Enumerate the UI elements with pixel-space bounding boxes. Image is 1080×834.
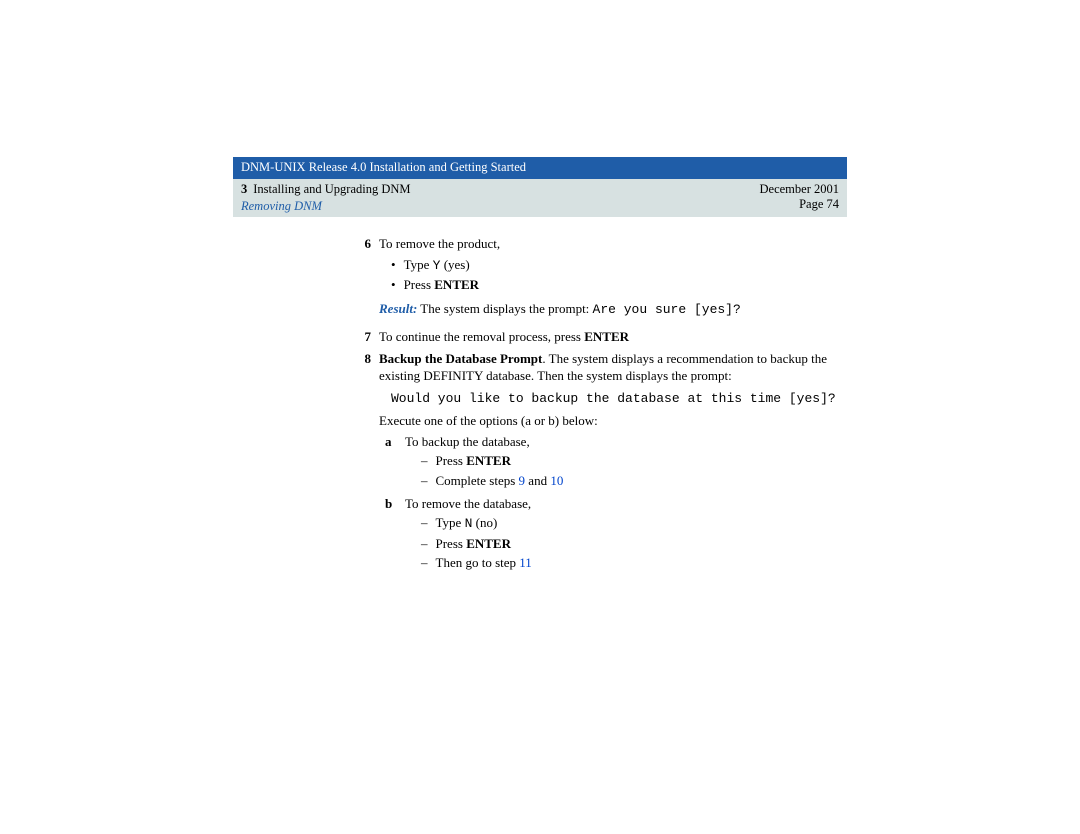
info-bar: 3 Installing and Upgrading DNM Removing D…: [233, 179, 847, 217]
sub-step-a: a To backup the database, Press ENTER Co…: [385, 433, 837, 492]
step-body: Backup the Database Prompt. The system d…: [379, 350, 837, 577]
result-label: Result:: [379, 301, 417, 316]
step-link-10[interactable]: 10: [550, 473, 563, 488]
document-title-bar: DNM-UNIX Release 4.0 Installation and Ge…: [233, 157, 847, 179]
result-code: Are you sure [yes]?: [593, 302, 741, 317]
step-number: 8: [353, 350, 371, 577]
content-area: 6 To remove the product, Type Y (yes) Pr…: [353, 235, 837, 577]
info-left: 3 Installing and Upgrading DNM Removing D…: [241, 182, 411, 214]
info-right: December 2001 Page 74: [760, 182, 839, 212]
sub-label: b: [385, 495, 399, 574]
sub-a-text: To backup the database,: [405, 434, 530, 449]
chapter-number: 3: [241, 182, 247, 196]
sub-step-b: b To remove the database, Type N (no) Pr…: [385, 495, 837, 574]
step-link-11[interactable]: 11: [519, 555, 532, 570]
step8-title: Backup the Database Prompt: [379, 351, 542, 366]
sub-body: To remove the database, Type N (no) Pres…: [405, 495, 532, 574]
result-text: The system displays the prompt:: [417, 301, 592, 316]
dash-item: Type N (no): [421, 514, 532, 533]
step7-bold: ENTER: [584, 329, 629, 344]
sub-label: a: [385, 433, 399, 492]
result-line: Result: The system displays the prompt: …: [379, 300, 837, 319]
dash-item: Then go to step 11: [421, 554, 532, 572]
document-title: DNM-UNIX Release 4.0 Installation and Ge…: [241, 160, 526, 174]
code-block: Would you like to backup the database at…: [391, 390, 837, 408]
step7-text: To continue the removal process, press: [379, 329, 584, 344]
chapter-title: Installing and Upgrading DNM: [253, 182, 410, 196]
page-number: Page 74: [760, 197, 839, 212]
exec-line: Execute one of the options (a or b) belo…: [379, 412, 837, 430]
step-number: 6: [353, 235, 371, 324]
step6-text: To remove the product,: [379, 236, 500, 251]
dash-item: Complete steps 9 and 10: [421, 472, 563, 490]
step-body: To remove the product, Type Y (yes) Pres…: [379, 235, 837, 324]
step-7: 7 To continue the removal process, press…: [353, 328, 837, 346]
dash-item: Press ENTER: [421, 452, 563, 470]
document-page: DNM-UNIX Release 4.0 Installation and Ge…: [233, 157, 847, 581]
section-title: Removing DNM: [241, 199, 411, 214]
doc-date: December 2001: [760, 182, 839, 197]
dash-list: Type N (no) Press ENTER Then go to step …: [421, 514, 532, 572]
bullet-text: Type Y (yes): [404, 256, 470, 275]
step-number: 7: [353, 328, 371, 346]
dash-list: Press ENTER Complete steps 9 and 10: [421, 452, 563, 489]
bullet-item: Press ENTER: [391, 276, 837, 294]
chapter-row: 3 Installing and Upgrading DNM: [241, 182, 411, 197]
step-body: To continue the removal process, press E…: [379, 328, 837, 346]
step-6: 6 To remove the product, Type Y (yes) Pr…: [353, 235, 837, 324]
sub-b-text: To remove the database,: [405, 496, 531, 511]
step-8: 8 Backup the Database Prompt. The system…: [353, 350, 837, 577]
step8-line: Backup the Database Prompt. The system d…: [379, 351, 827, 384]
bullet-list: Type Y (yes) Press ENTER: [391, 256, 837, 294]
bullet-item: Type Y (yes): [391, 256, 837, 275]
sub-body: To backup the database, Press ENTER Comp…: [405, 433, 563, 492]
dash-item: Press ENTER: [421, 535, 532, 553]
bullet-text: Press ENTER: [404, 276, 480, 294]
